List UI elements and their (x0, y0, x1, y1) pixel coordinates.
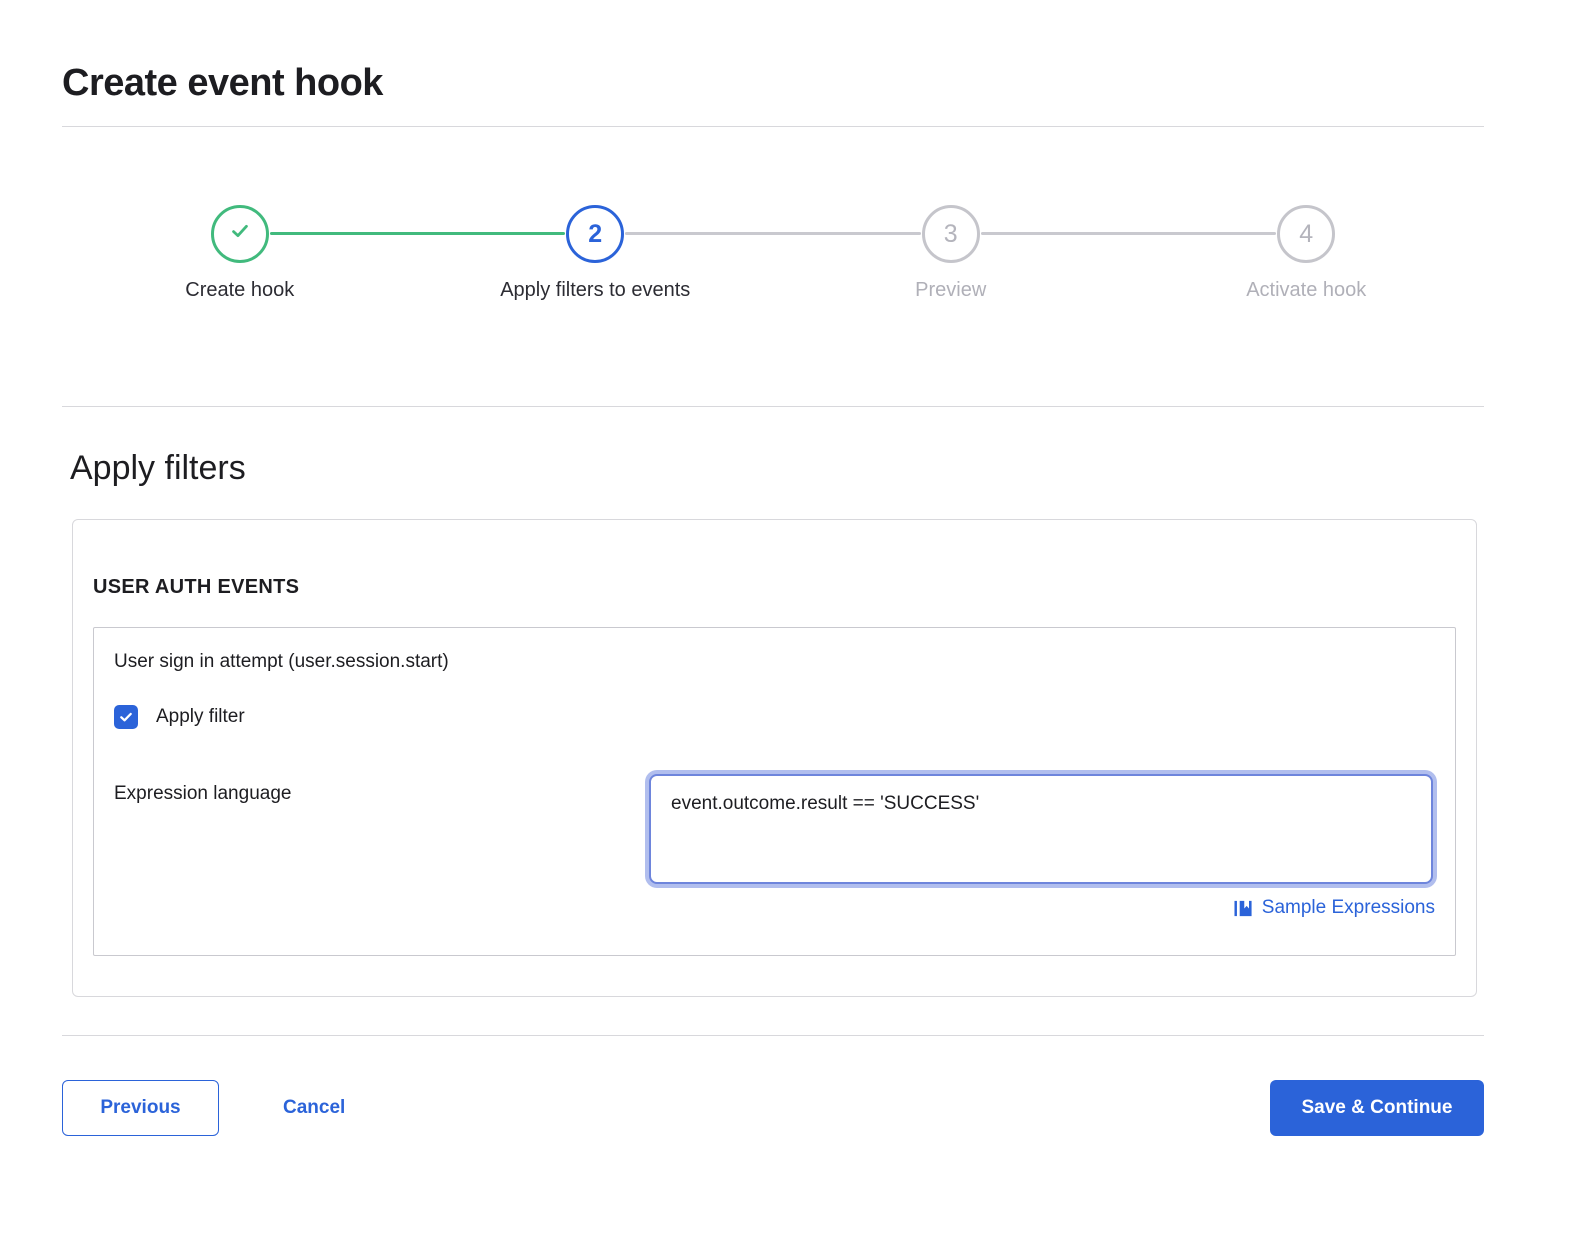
step-2-number: 2 (588, 220, 602, 249)
step-3-label: Preview (915, 279, 986, 302)
step-2-label: Apply filters to events (500, 279, 690, 302)
checkmark-icon (118, 709, 134, 725)
step-3-number: 3 (944, 220, 958, 249)
event-filter-box: User sign in attempt (user.session.start… (93, 627, 1456, 956)
step-create-hook: Create hook (62, 205, 418, 302)
connector-3-4 (981, 232, 1277, 235)
footer-divider (62, 1035, 1484, 1036)
connector-1-2 (270, 232, 566, 235)
step-1-indicator (211, 205, 269, 263)
event-name-label: User sign in attempt (user.session.start… (114, 651, 1435, 673)
step-4-indicator: 4 (1277, 205, 1335, 263)
step-4-number: 4 (1299, 220, 1313, 249)
step-3-indicator: 3 (922, 205, 980, 263)
expression-language-label: Expression language (114, 774, 647, 805)
step-activate-hook: 4 Activate hook (1129, 205, 1485, 302)
section-title: Apply filters (70, 449, 1484, 488)
expression-field: event.outcome.result == 'SUCCESS' Sample… (647, 774, 1435, 919)
cancel-button[interactable]: Cancel (283, 1097, 345, 1119)
create-event-hook-page: Create event hook Create hook 2 Apply fi… (62, 0, 1484, 1136)
check-icon (226, 217, 254, 252)
wizard-stepper: Create hook 2 Apply filters to events 3 … (62, 127, 1484, 302)
card-heading: USER AUTH EVENTS (93, 576, 1456, 599)
expression-input[interactable]: event.outcome.result == 'SUCCESS' (649, 774, 1433, 884)
stepper-divider (62, 406, 1484, 407)
step-1-label: Create hook (185, 279, 294, 302)
step-2-indicator: 2 (566, 205, 624, 263)
save-continue-button[interactable]: Save & Continue (1270, 1080, 1484, 1136)
book-icon (1234, 899, 1253, 918)
apply-filter-label: Apply filter (156, 706, 245, 728)
sample-expressions-label: Sample Expressions (1262, 897, 1435, 919)
previous-button[interactable]: Previous (62, 1080, 219, 1136)
filters-card: USER AUTH EVENTS User sign in attempt (u… (72, 519, 1477, 997)
step-apply-filters: 2 Apply filters to events (418, 205, 774, 302)
sample-expressions-link[interactable]: Sample Expressions (647, 897, 1435, 919)
apply-filter-checkbox[interactable] (114, 705, 138, 729)
apply-filter-row[interactable]: Apply filter (114, 705, 245, 729)
page-title: Create event hook (62, 62, 1484, 105)
step-4-label: Activate hook (1246, 279, 1366, 302)
footer-actions: Previous Cancel Save & Continue (62, 1080, 1484, 1136)
expression-row: Expression language event.outcome.result… (114, 774, 1435, 919)
connector-2-3 (625, 232, 921, 235)
step-preview: 3 Preview (773, 205, 1129, 302)
